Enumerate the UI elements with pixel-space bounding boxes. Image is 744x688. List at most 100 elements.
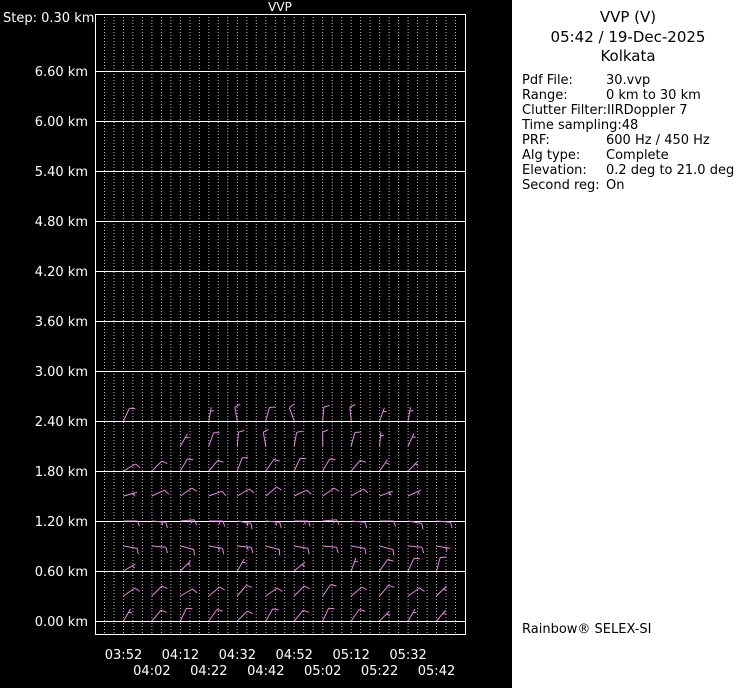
product-datetime: 05:42 / 19-Dec-2025: [550, 27, 706, 46]
y-axis-label: 0.00 km: [35, 615, 88, 630]
info-panel: VVP (V) 05:42 / 19-Dec-2025 Kolkata Pdf …: [512, 0, 744, 688]
wind-barb: [265, 486, 282, 497]
wind-barb: [180, 519, 198, 526]
wind-barb: [123, 563, 136, 572]
y-axis-label: 3.00 km: [35, 365, 88, 380]
wind-barb: [350, 557, 359, 572]
wind-barb: [350, 609, 366, 622]
parameter-label: Alg type:: [522, 147, 581, 163]
wind-barb: [208, 609, 223, 622]
wind-barb: [179, 607, 193, 622]
x-axis-label: 04:12: [162, 648, 199, 663]
wind-barb: [151, 520, 168, 529]
x-axis-label: 04:32: [219, 648, 256, 663]
step-label: Step: 0.30 km: [3, 11, 94, 26]
wind-barb: [236, 558, 246, 572]
parameter-value: On: [606, 178, 625, 194]
wind-barb: [436, 520, 453, 529]
brand-footer: Rainbow® SELEX-SI: [522, 622, 652, 637]
wind-barb: [322, 429, 329, 446]
wind-barb: [151, 460, 168, 472]
wind-barb: [180, 545, 195, 556]
wind-barb: [408, 520, 424, 530]
y-axis-label: 2.40 km: [35, 415, 88, 430]
wind-barb: [151, 489, 170, 497]
wind-barb: [350, 431, 361, 447]
wind-barb: [180, 487, 198, 497]
wind-barb: [322, 584, 337, 597]
wind-barb: [379, 584, 395, 597]
x-axis-label: 05:42: [418, 664, 455, 679]
wind-barb: [407, 587, 425, 597]
parameter-row: Alg type: Complete: [522, 148, 744, 163]
wind-barb: [436, 545, 451, 552]
y-axis-label: 4.80 km: [35, 215, 88, 230]
wind-barb: [265, 545, 281, 556]
parameter-row: Range: 0 km to 30 km: [522, 88, 744, 103]
wind-barb: [208, 545, 225, 555]
wind-barb: [179, 433, 189, 447]
x-axis-label: 05:02: [304, 664, 341, 679]
wind-barb: [265, 608, 279, 622]
y-axis-label: 1.20 km: [35, 515, 88, 530]
wind-barb: [322, 519, 340, 526]
wind-barb: [265, 587, 283, 597]
parameter-value: 600 Hz / 450 Hz: [606, 132, 710, 148]
y-axis-label: 1.80 km: [35, 465, 88, 480]
y-axis-label: 0.60 km: [35, 565, 88, 580]
wind-barb: [379, 432, 385, 447]
x-axis-label: 05:12: [332, 648, 369, 663]
wind-barb: [351, 520, 368, 529]
wind-barb: [237, 488, 255, 497]
parameter-label: Pdf File:: [522, 72, 573, 88]
wind-barb: [436, 609, 447, 622]
wind-barb: [293, 585, 310, 597]
wind-barb: [123, 491, 138, 497]
wind-barb: [322, 545, 339, 554]
wind-barb: [407, 407, 414, 422]
wind-barb: [208, 459, 224, 472]
parameter-value: 0 km to 30 km: [606, 87, 701, 103]
parameter-value: Complete: [606, 147, 669, 163]
wind-barb: [151, 545, 168, 554]
x-axis-label: 04:22: [190, 664, 227, 679]
wind-barb: [351, 545, 367, 555]
wind-barb: [151, 609, 167, 622]
wind-barb: [179, 458, 194, 472]
wind-barb: [407, 460, 419, 472]
y-axis-label: 5.40 km: [35, 165, 88, 180]
wind-barb: [379, 407, 387, 422]
wind-barb: [379, 490, 393, 497]
wind-barb: [208, 490, 227, 497]
x-axis-label: 05:32: [389, 648, 426, 663]
y-axis-label: 3.60 km: [35, 315, 88, 330]
parameter-label: Time sampling:: [522, 117, 622, 133]
wind-barb: [180, 560, 191, 572]
wind-barb: [237, 545, 254, 554]
wind-barb: [208, 407, 215, 422]
wind-barb: [293, 430, 303, 447]
wind-barb: [379, 559, 394, 572]
product-title: VVP (V): [599, 8, 657, 26]
wind-barb: [294, 545, 310, 555]
product-parameters: Pdf File: 30.vvp Range: 0 km to 30 km Clutte…: [522, 73, 744, 194]
parameter-row: Clutter Filter: IIRDoppler 7: [522, 103, 744, 118]
parameter-row: Second reg: On: [522, 178, 744, 193]
wind-barb: [436, 556, 447, 572]
wind-barb: [288, 403, 295, 422]
wind-barb: [293, 457, 307, 472]
wind-barb: [349, 404, 356, 422]
wind-profile-chart: 6.60 km 6.00 km 5.40 km 4.80 km 4.20 km 3.60 …: [3, 0, 466, 679]
wind-barb: [236, 610, 253, 622]
wind-barb: [407, 433, 416, 447]
wind-barb: [379, 545, 395, 556]
wind-barb: [237, 520, 253, 530]
parameter-row: PRF: 600 Hz / 450 Hz: [522, 133, 744, 148]
wind-barb: [436, 585, 448, 597]
parameter-row: Time sampling: 48: [522, 118, 744, 133]
wind-barb: [265, 459, 280, 472]
y-axis-label: 6.00 km: [35, 115, 88, 130]
x-axis-label: 04:42: [247, 664, 284, 679]
x-axis-label: 04:02: [133, 664, 170, 679]
parameter-label: Range:: [522, 87, 568, 103]
